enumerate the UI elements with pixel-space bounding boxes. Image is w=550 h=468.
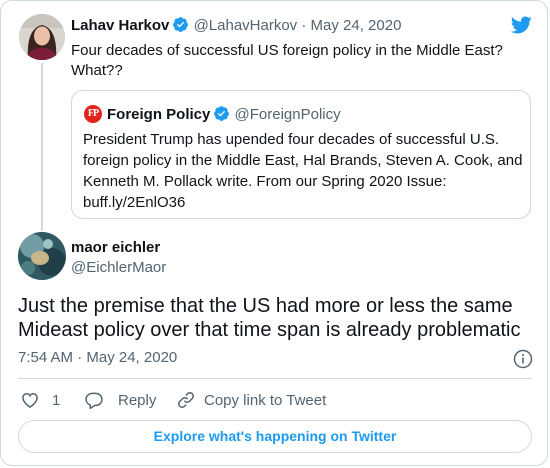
info-icon[interactable] [513,349,533,369]
tweet-author-handle[interactable]: @EichlerMaor [71,259,166,276]
embedded-tweet-card: Lahav Harkov @LahavHarkov · May 24, 2020… [0,0,548,466]
quoted-author-row: Foreign Policy @ForeignPolicy [107,105,341,126]
reply-bubble-icon [85,392,103,410]
thread-connector-line [41,63,43,231]
verified-badge-icon [172,16,189,37]
twitter-bird-icon[interactable] [509,14,533,36]
divider [18,378,532,379]
foreign-policy-logo: FP [84,105,102,123]
reply-button[interactable]: Reply [84,390,156,410]
quoted-tweet-text: President Trump has upended four decades… [83,131,523,211]
reply-label: Reply [118,391,157,409]
separator-dot: · [301,17,307,34]
tweet-text: Just the premise that the US had more or… [18,295,521,341]
link-icon [178,392,194,408]
avatar-maor-eichler[interactable] [18,232,66,280]
quoted-tweet[interactable]: FP Foreign Policy @ForeignPolicy Preside… [71,90,531,219]
tweet-author-name[interactable]: maor eichler [71,239,160,256]
explore-twitter-button[interactable]: Explore what's happening on Twitter [18,420,532,453]
verified-badge-icon [213,105,230,126]
quoted-author-handle: @ForeignPolicy [234,106,341,123]
like-button[interactable]: 1 [20,390,60,410]
reply-date[interactable]: May 24, 2020 [311,17,402,34]
avatar-lahav-harkov[interactable] [19,14,65,60]
reply-author-name[interactable]: Lahav Harkov [71,17,169,34]
heart-icon [22,392,38,408]
reply-author-handle[interactable]: @LahavHarkov [194,17,298,34]
quoted-author-name: Foreign Policy [107,106,211,123]
copy-link-label: Copy link to Tweet [204,391,327,409]
reply-author-row: Lahav Harkov @LahavHarkov · May 24, 2020 [71,16,401,37]
like-count: 1 [52,391,61,409]
copy-link-button[interactable]: Copy link to Tweet [176,390,326,410]
tweet-timestamp[interactable]: 7:54 AM · May 24, 2020 [18,349,177,366]
reply-tweet-text: Four decades of successful US foreign po… [71,42,503,79]
